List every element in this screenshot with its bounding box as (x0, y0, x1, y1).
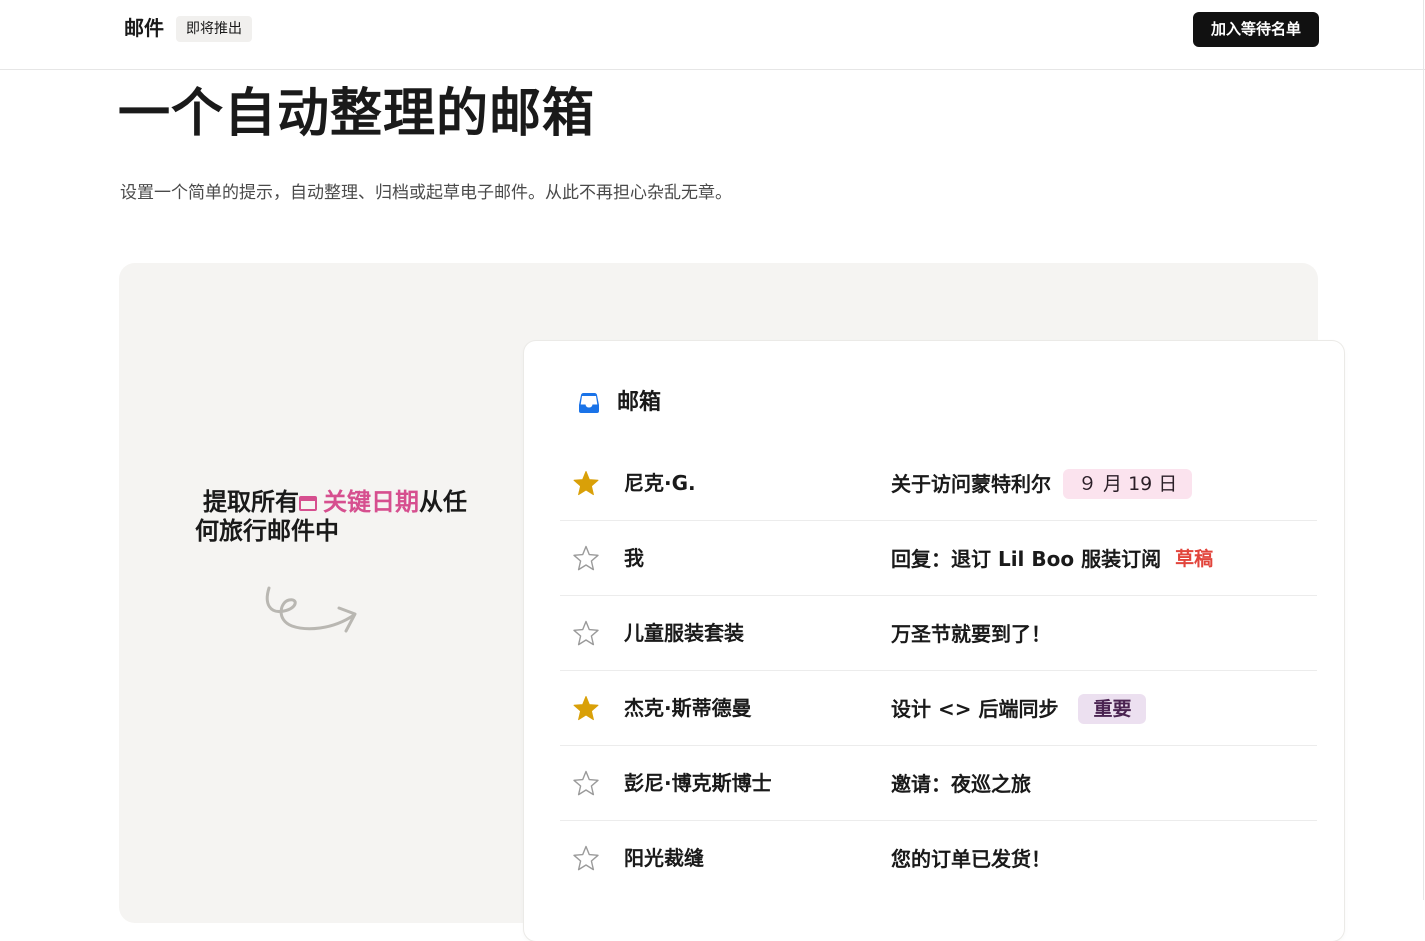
callout-line-1: 提取所有 关键日期从任 (195, 488, 505, 517)
star-outline-icon[interactable] (571, 619, 601, 649)
brand-name[interactable]: 邮件 (124, 14, 164, 42)
email-sender: 杰克·斯蒂德曼 (624, 696, 752, 720)
email-row[interactable]: 我 回复：退订 Lil Boo 服装订阅 草稿 (560, 521, 1317, 596)
email-subject-group: 万圣节就要到了！ (891, 596, 1051, 671)
hero-title: 一个自动整理的邮箱 (118, 84, 596, 144)
email-row[interactable]: 阳光裁缝 您的订单已发货！ (560, 821, 1317, 896)
callout-highlight: 关键日期 (299, 488, 419, 516)
email-subject-group: 设计 <> 后端同步 重要 (891, 671, 1147, 746)
top-navigation-bar: 邮件 即将推出 加入等待名单 (0, 0, 1425, 70)
email-row[interactable]: 尼克·G. 关于访问蒙特利尔 ９ 月 19 日 (560, 446, 1317, 521)
star-outline-icon[interactable] (571, 769, 601, 799)
email-subject-group: 关于访问蒙特利尔 ９ 月 19 日 (891, 446, 1193, 521)
email-row[interactable]: 儿童服装套装 万圣节就要到了！ (560, 596, 1317, 671)
coming-soon-badge: 即将推出 (176, 16, 252, 42)
inbox-title: 邮箱 (617, 390, 662, 415)
email-sender: 阳光裁缝 (624, 846, 704, 870)
draft-tag: 草稿 (1175, 547, 1214, 570)
callout-suffix: 从任 (419, 488, 467, 516)
date-tag: ９ 月 19 日 (1063, 468, 1193, 499)
star-outline-icon[interactable] (571, 844, 601, 874)
email-subject: 关于访问蒙特利尔 (891, 471, 1051, 496)
star-outline-icon[interactable] (571, 544, 601, 574)
email-subject-group: 您的订单已发货！ (891, 821, 1051, 896)
email-row[interactable]: 杰克·斯蒂德曼 设计 <> 后端同步 重要 (560, 671, 1317, 746)
callout-highlight-text: 关键日期 (323, 488, 419, 516)
callout-line-2: 何旅行邮件中 (195, 517, 339, 545)
calendar-icon (299, 496, 317, 511)
email-list: 尼克·G. 关于访问蒙特利尔 ９ 月 19 日我 回复：退订 Lil Boo 服装订阅… (560, 446, 1317, 896)
important-tag: 重要 (1078, 693, 1147, 724)
email-sender: 儿童服装套装 (624, 621, 744, 645)
curly-arrow-icon (265, 586, 357, 633)
email-sender: 我 (624, 546, 644, 570)
star-filled-icon[interactable] (571, 694, 601, 724)
email-subject: 您的订单已发货！ (891, 846, 1051, 871)
email-sender: 彭尼·博克斯博士 (624, 771, 772, 795)
star-filled-icon[interactable] (571, 469, 601, 499)
email-row[interactable]: 彭尼·博克斯博士 邀请：夜巡之旅 (560, 746, 1317, 821)
feature-callout: 提取所有 关键日期从任 何旅行邮件中 (195, 488, 505, 546)
email-sender: 尼克·G. (624, 471, 696, 495)
callout-prefix: 提取所有 (203, 488, 299, 516)
email-subject: 万圣节就要到了！ (891, 621, 1051, 646)
email-subject: 设计 <> 后端同步 (891, 696, 1059, 721)
inbox-tray-icon (579, 393, 599, 413)
join-waitlist-button[interactable]: 加入等待名单 (1193, 12, 1319, 47)
email-subject-group: 邀请：夜巡之旅 (891, 746, 1031, 821)
email-subject: 邀请：夜巡之旅 (891, 771, 1031, 796)
page-edge-divider (1423, 0, 1424, 900)
email-subject-group: 回复：退订 Lil Boo 服装订阅 草稿 (891, 521, 1215, 596)
hero-subtitle: 设置一个简单的提示，自动整理、归档或起草电子邮件。从此不再担心杂乱无章。 (120, 183, 732, 203)
email-subject: 回复：退订 Lil Boo 服装订阅 (891, 546, 1162, 571)
